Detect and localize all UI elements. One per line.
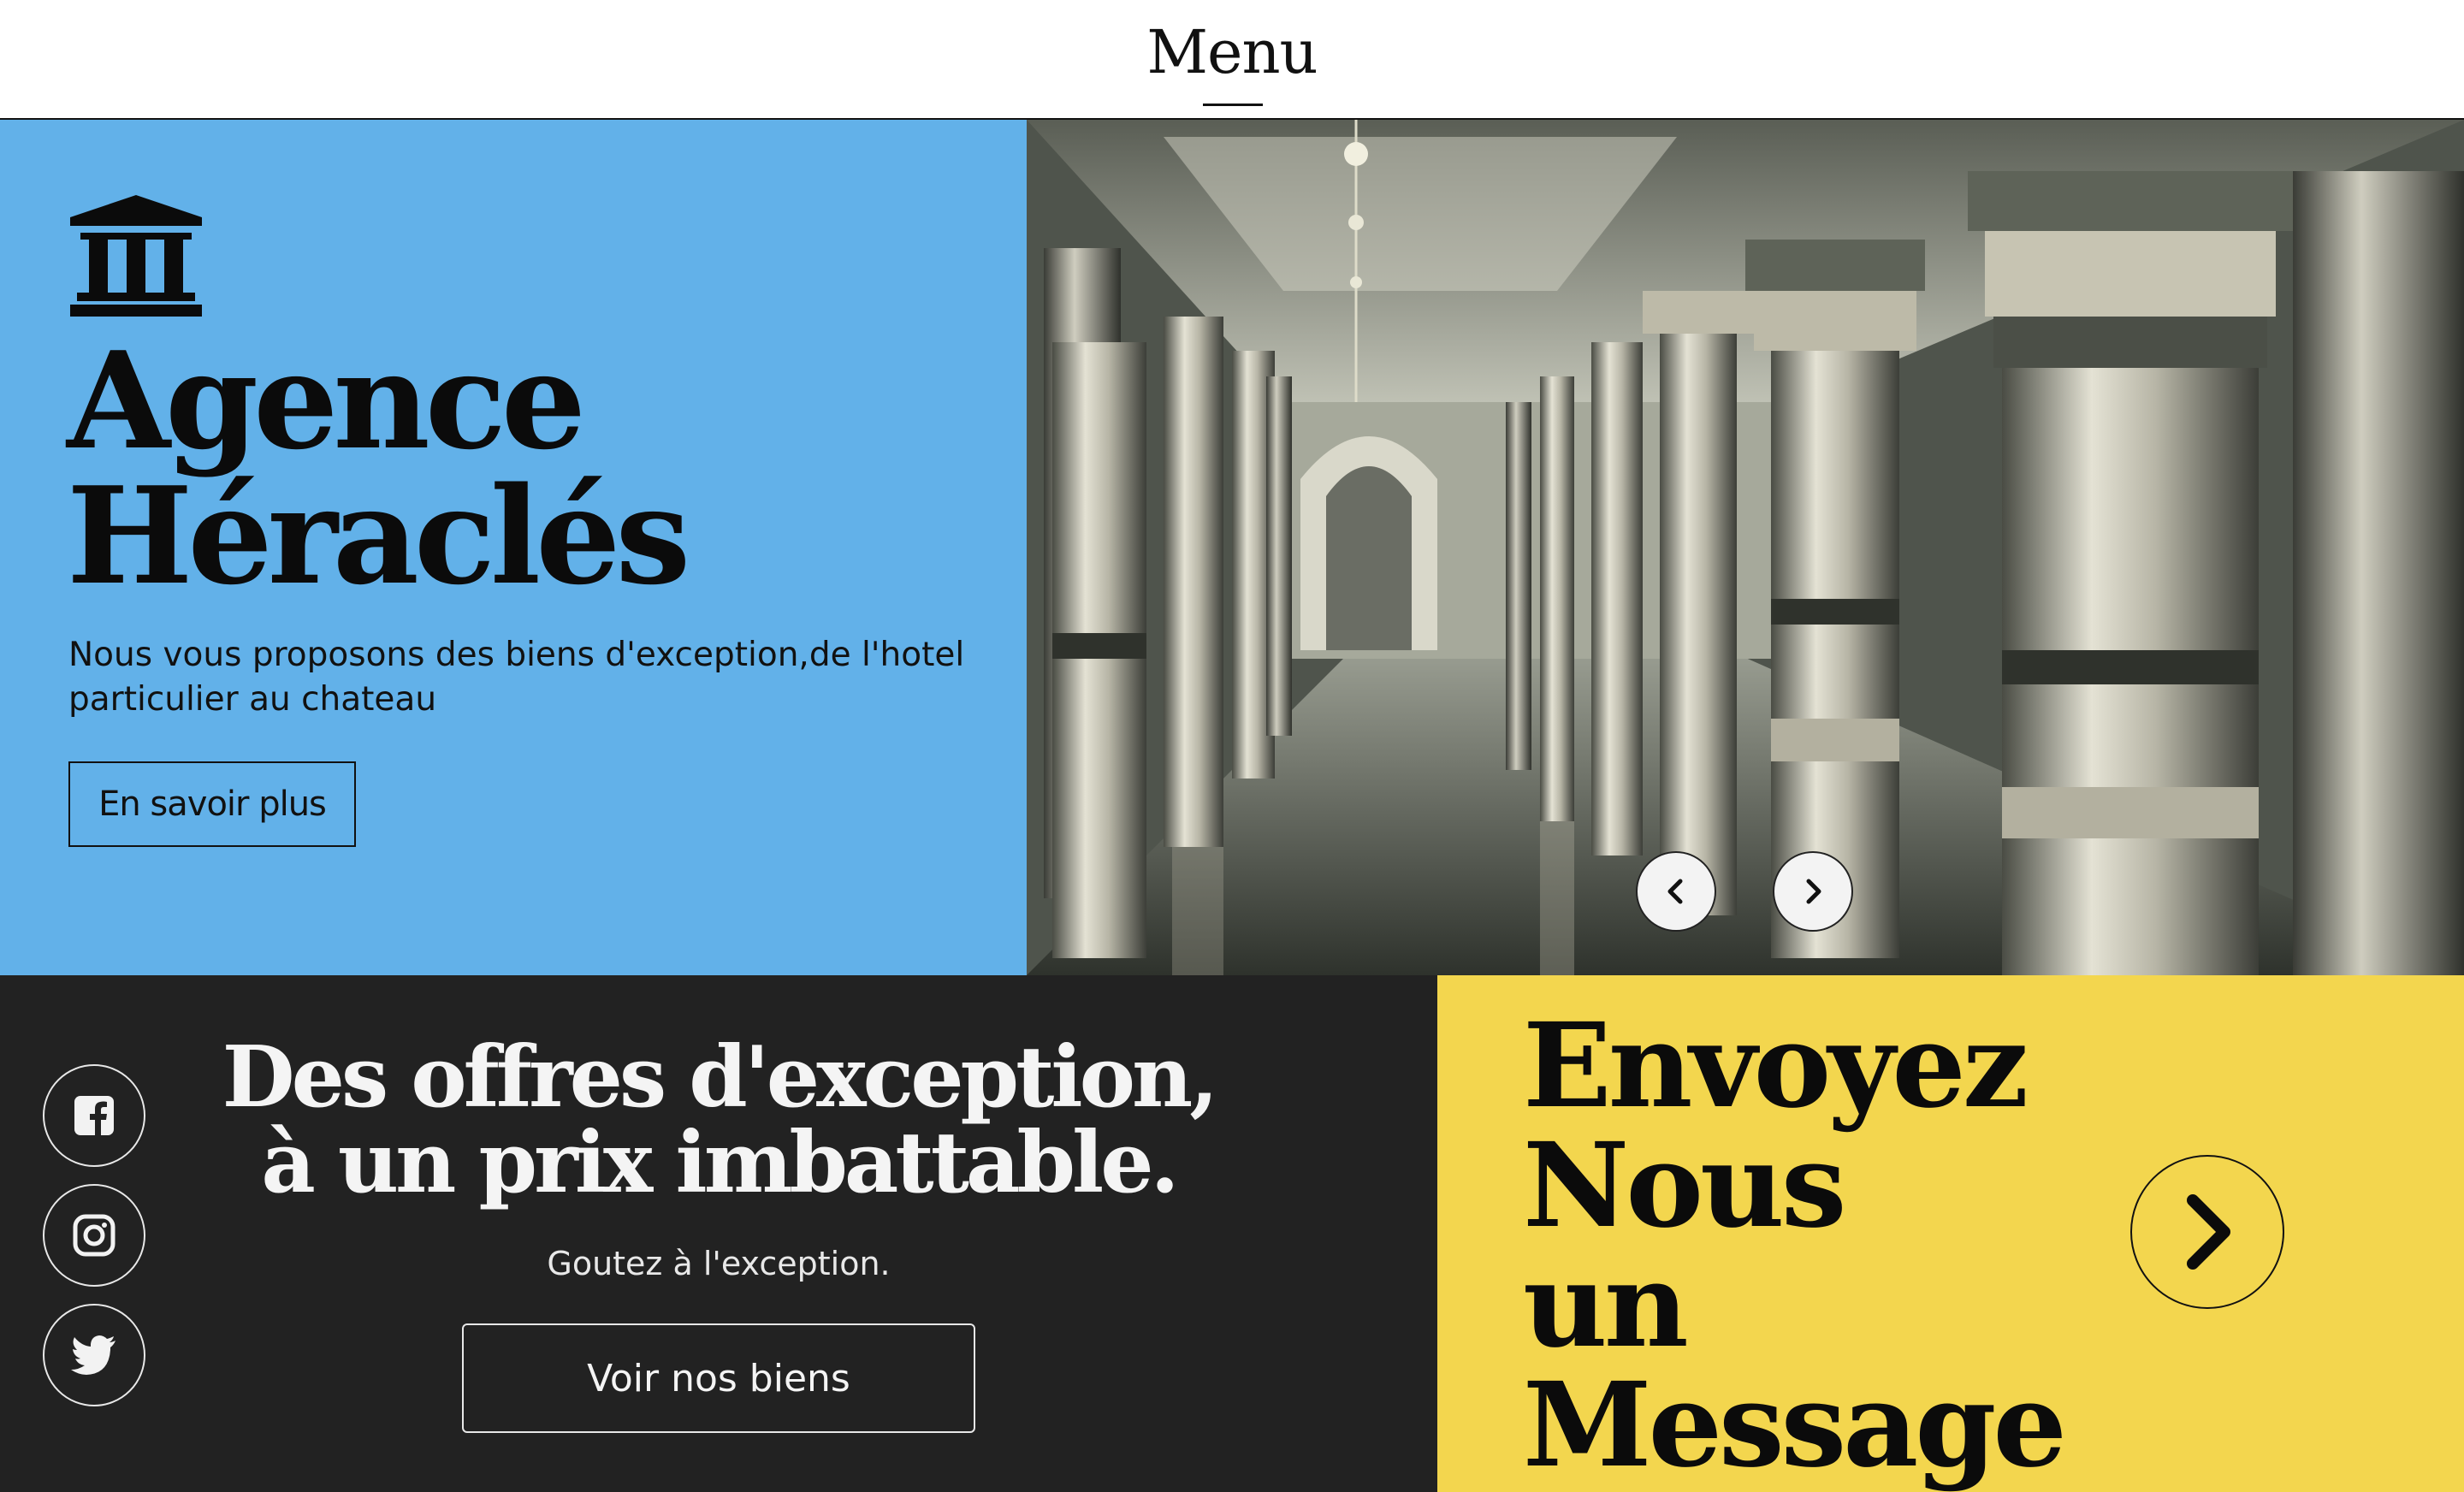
- offers-section: Des offres d'exception, à un prix imbatt…: [0, 975, 1437, 1492]
- menu-link[interactable]: Menu: [0, 22, 2464, 82]
- instagram-icon: [73, 1214, 116, 1257]
- hero-description: Nous vous proposons des biens d'exceptio…: [68, 636, 965, 719]
- contact-title: Envoyez Nous un Message: [1523, 998, 2067, 1492]
- carousel-next-button[interactable]: [1773, 851, 1853, 932]
- facebook-link[interactable]: [43, 1064, 145, 1167]
- contact-title-line2: Nous: [1523, 1117, 1846, 1254]
- chevron-right-icon: [1806, 879, 1821, 904]
- instagram-link[interactable]: [43, 1184, 145, 1287]
- palace-hallway-image: [1027, 120, 2464, 975]
- view-properties-button[interactable]: Voir nos biens: [462, 1323, 975, 1433]
- twitter-link[interactable]: [43, 1304, 145, 1406]
- bank-icon: [70, 195, 202, 317]
- offers-subtitle: Goutez à l'exception.: [547, 1245, 891, 1282]
- contact-title-line1: Envoyez: [1523, 998, 2029, 1134]
- offers-title: Des offres d'exception, à un prix imbatt…: [171, 1035, 1266, 1206]
- hero-title-line2: Héraclés: [67, 458, 690, 614]
- hero-title-line1: Agence: [67, 323, 586, 479]
- contact-section: Envoyez Nous un Message: [1437, 975, 2464, 1492]
- chevron-right-icon: [2187, 1194, 2230, 1270]
- carousel-prev-button[interactable]: [1636, 851, 1716, 932]
- offers-title-line1: Des offres d'exception,: [222, 1028, 1219, 1127]
- menu-underline: [1203, 104, 1263, 106]
- learn-more-button[interactable]: En savoir plus: [68, 761, 356, 847]
- hero-title: Agence Héraclés: [67, 323, 690, 614]
- send-message-button[interactable]: [2130, 1155, 2284, 1309]
- facebook-icon: [74, 1096, 114, 1135]
- hero-panel: Agence Héraclés Nous vous proposons des …: [0, 120, 1027, 975]
- image-carousel: [1027, 120, 2464, 975]
- contact-title-line3: un: [1523, 1237, 1689, 1374]
- top-navigation-bar: Menu: [0, 0, 2464, 120]
- chevron-left-icon: [1667, 879, 1683, 904]
- offers-title-line2: à un prix imbattable.: [261, 1114, 1179, 1212]
- contact-title-line4: Message: [1523, 1357, 2067, 1492]
- twitter-icon: [71, 1335, 116, 1375]
